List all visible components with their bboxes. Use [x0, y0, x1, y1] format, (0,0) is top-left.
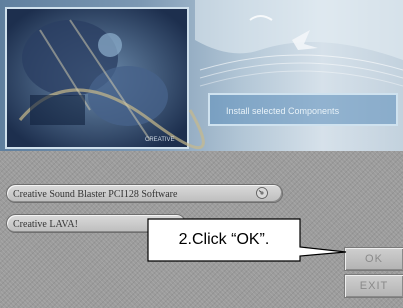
annotation-text: 2.Click “OK”. — [178, 231, 270, 248]
annotation-callout — [147, 218, 347, 262]
installer-window: CREATIVE Install selected Components Cre… — [0, 0, 403, 308]
